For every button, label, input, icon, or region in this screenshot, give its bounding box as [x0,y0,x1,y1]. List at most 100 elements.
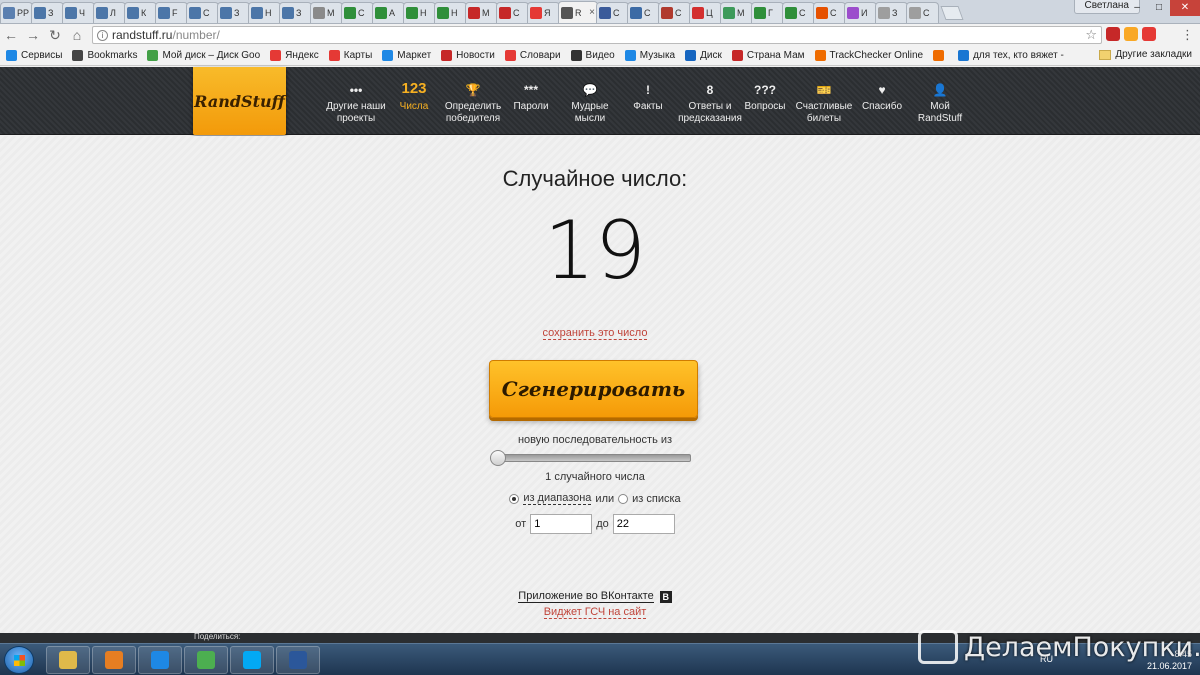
browser-tab[interactable]: З [875,2,908,23]
nav-item[interactable]: *** Пароли [510,67,552,135]
nav-item[interactable]: 🏆 Определить победителя [444,67,502,135]
browser-tab[interactable]: С [658,2,691,23]
minimize-button[interactable]: – [1126,0,1148,16]
bookmark-label: Маркет [397,50,432,61]
maximize-button[interactable]: □ [1148,0,1170,16]
browser-tab[interactable]: М [465,2,498,23]
bookmark-item[interactable]: Bookmarks [72,50,137,61]
bookmark-item[interactable]: Сервисы [6,50,62,61]
range-from-input[interactable] [530,514,593,534]
extension-icon[interactable] [1106,27,1120,41]
info-icon[interactable]: i [97,29,108,41]
browser-tab[interactable]: F [155,2,188,23]
nav-item[interactable]: 🎫 Счастливые билеты [795,67,853,135]
list-mode-radio[interactable] [618,493,629,504]
browser-tab[interactable]: РР [0,2,33,23]
widget-link[interactable]: Виджет ГСЧ на сайт [543,606,647,619]
taskbar-media-player[interactable] [92,646,136,674]
browser-tab[interactable]: И [844,2,877,23]
taskbar-skype[interactable] [230,646,274,674]
site-logo[interactable]: RandStuff [193,67,286,135]
bookmark-item[interactable]: Диск [685,50,722,61]
list-mode-label[interactable]: из списка [632,493,681,505]
slider-handle[interactable] [490,450,506,466]
browser-toolbar: ← → ↻ ⌂ i randstuff.ru/number/ ☆ [0,24,1200,46]
browser-tab[interactable]: R × [558,1,598,23]
bookmark-item[interactable]: TrackChecker Online [814,50,923,61]
count-slider[interactable] [490,450,691,466]
start-button[interactable] [4,646,34,674]
browser-tab[interactable]: Ч [62,2,95,23]
tab-title: З [48,8,54,18]
watermark-cart-icon [918,630,958,664]
bookmark-item[interactable] [933,50,948,61]
browser-tab[interactable]: С [906,2,939,23]
browser-tab[interactable]: М [720,2,753,23]
browser-tab[interactable]: З [279,2,312,23]
range-mode-radio[interactable] [509,493,520,504]
nav-item[interactable]: ♥ Спасибо [861,67,903,135]
extension-icon[interactable] [1142,27,1156,41]
range-to-input[interactable] [612,514,675,534]
taskbar-internet-explorer[interactable] [138,646,182,674]
browser-tab[interactable]: С [596,2,629,23]
bookmark-item[interactable]: Музыка [624,50,675,61]
bookmark-item[interactable]: Словари [504,50,561,61]
bookmark-item[interactable]: Яндекс [270,50,319,61]
chrome-menu-icon[interactable]: ⋮ [1181,27,1194,43]
nav-item[interactable]: ••• Другие наши проекты [325,67,387,135]
bookmark-label: Сервисы [21,50,63,61]
browser-tab[interactable]: З [31,2,64,23]
nav-item[interactable]: 👤 Мой RandStuff [917,67,963,135]
bookmark-item[interactable]: Маркет [382,50,431,61]
back-button[interactable]: ← [0,27,22,43]
reload-button[interactable]: ↻ [44,27,66,44]
vk-icon[interactable]: В [659,590,672,603]
browser-tab[interactable]: С [496,2,529,23]
browser-tab[interactable]: С [782,2,815,23]
browser-tab[interactable]: С [186,2,219,23]
new-tab-button[interactable] [940,6,964,20]
nav-item[interactable]: 💬 Мудрые мысли [568,67,612,135]
other-bookmarks[interactable]: Другие закладки [1099,49,1192,60]
browser-tab[interactable]: С [813,2,846,23]
bookmark-item[interactable]: Карты [328,50,372,61]
vk-app-link[interactable]: Приложение во ВКонтакте [518,590,654,603]
bookmark-item[interactable]: Страна Мам [731,50,805,61]
browser-tab[interactable]: Н [248,2,281,23]
browser-tab[interactable]: С [627,2,660,23]
browser-tab[interactable]: К [124,2,157,23]
browser-tab[interactable]: З [217,2,250,23]
browser-tab[interactable]: Л [93,2,126,23]
bookmark-item[interactable]: Мой диск – Диск Goo [147,50,260,61]
generate-button[interactable]: Сгенерировать [489,360,698,418]
close-window-button[interactable]: ✕ [1170,0,1200,16]
browser-tab[interactable]: Я [527,2,560,23]
bookmark-item[interactable]: для тех, кто вяжет - [958,50,1064,61]
bookmark-star-icon[interactable]: ☆ [1085,27,1097,43]
nav-item[interactable]: ! Факты [632,67,664,135]
home-button[interactable]: ⌂ [66,27,88,43]
forward-button[interactable]: → [22,27,44,43]
tab-title: Н [420,8,427,18]
browser-tab[interactable]: Ц [689,2,722,23]
tab-close-icon[interactable]: × [589,7,595,18]
bookmark-item[interactable]: Видео [570,50,615,61]
nav-item[interactable]: 8 Ответы и предсказания [678,67,742,135]
taskbar-explorer[interactable] [46,646,90,674]
browser-tab[interactable]: А [372,2,405,23]
address-bar[interactable]: i randstuff.ru/number/ ☆ [92,26,1102,44]
extension-icon[interactable] [1124,27,1138,41]
nav-item[interactable]: 123 Числа [396,67,432,135]
browser-tab[interactable]: Н [434,2,467,23]
save-number-link[interactable]: сохранить это число [542,327,648,340]
browser-tab[interactable]: Г [751,2,784,23]
browser-tab[interactable]: Н [403,2,436,23]
nav-item[interactable]: ??? Вопросы [744,67,786,135]
browser-tab[interactable]: М [310,2,343,23]
taskbar-word[interactable] [276,646,320,674]
bookmark-item[interactable]: Новости [441,50,495,61]
browser-tab[interactable]: С [341,2,374,23]
range-mode-label[interactable]: из диапазона [523,492,592,505]
taskbar-chrome[interactable] [184,646,228,674]
